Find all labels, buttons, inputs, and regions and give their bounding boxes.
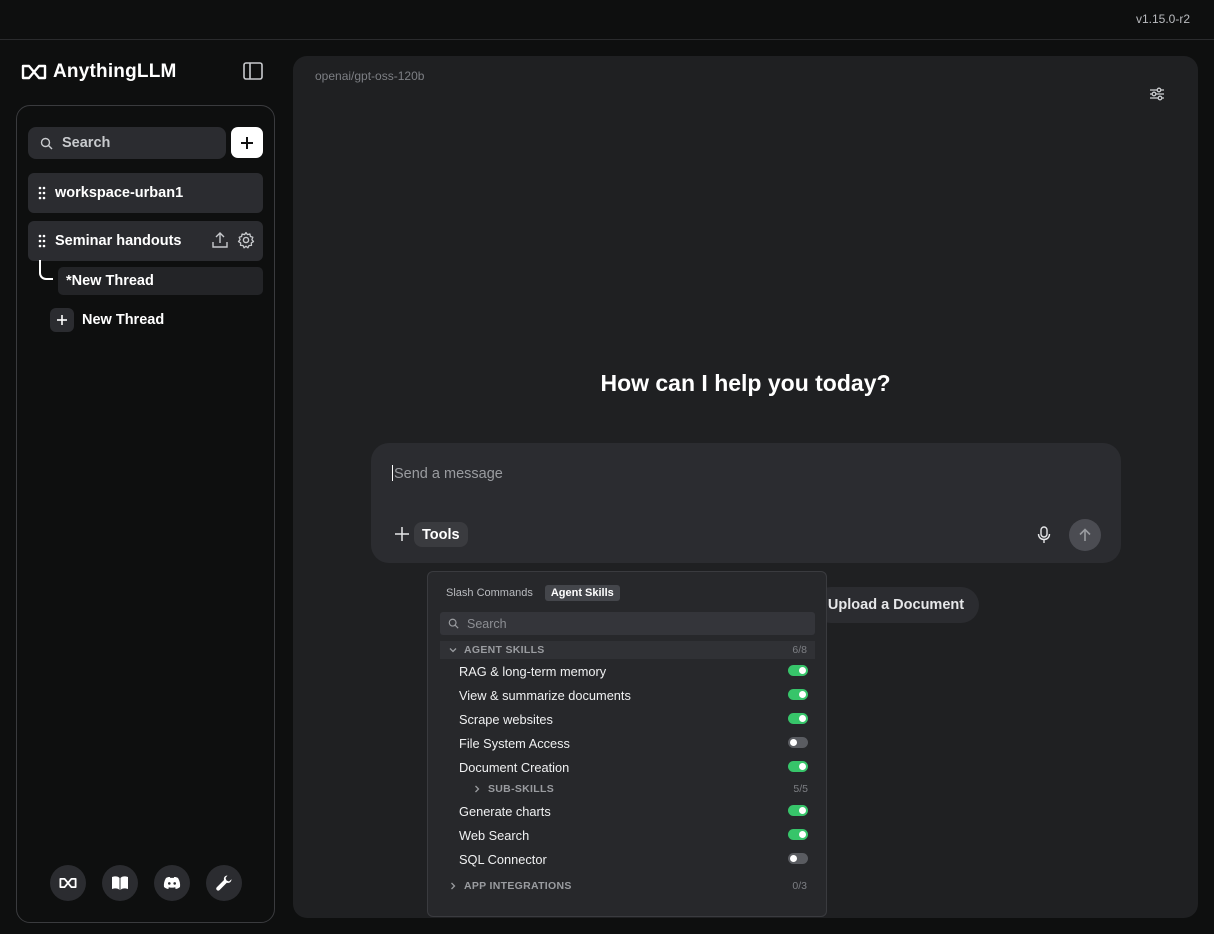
anythingllm-logo-icon (21, 64, 47, 80)
thread-item[interactable]: *New Thread (58, 267, 263, 295)
workspace-item[interactable]: workspace-urban1 (28, 173, 263, 213)
plus-icon[interactable] (394, 526, 410, 542)
microphone-icon[interactable] (1037, 526, 1051, 544)
text-caret (392, 465, 393, 481)
skill-row[interactable]: SQL Connector (459, 848, 808, 870)
chevron-down-icon (449, 648, 457, 653)
sidebar-footer (50, 865, 242, 901)
skill-label: Document Creation (459, 759, 570, 775)
skill-toggle[interactable] (788, 829, 808, 840)
wrench-icon[interactable] (206, 865, 242, 901)
upload-icon[interactable] (211, 231, 229, 249)
chevron-right-icon (475, 785, 480, 793)
search-icon (40, 137, 53, 149)
skill-toggle[interactable] (788, 805, 808, 816)
add-workspace-button[interactable] (231, 127, 263, 158)
new-thread-label: New Thread (82, 312, 165, 328)
skill-row[interactable]: Web Search (459, 824, 808, 846)
discord-icon[interactable] (154, 865, 190, 901)
drag-handle-icon[interactable] (38, 186, 46, 200)
drag-handle-icon[interactable] (38, 234, 46, 248)
sidebar: Search workspace-urban1 Seminar handouts (16, 105, 275, 923)
version-label: v1.15.0-r2 (1135, 12, 1190, 26)
skill-label: SQL Connector (459, 851, 547, 867)
skill-label: View & summarize documents (459, 687, 631, 703)
skill-toggle[interactable] (788, 761, 808, 772)
sliders-icon[interactable] (1149, 86, 1165, 102)
skills-search-placeholder: Search (467, 616, 507, 631)
tab-agent-skills[interactable]: Agent Skills (544, 585, 620, 601)
sidebar-toggle-icon[interactable] (242, 61, 264, 81)
app-integrations-section-header[interactable]: APP INTEGRATIONS 0/3 (440, 877, 815, 895)
anythingllm-logo-icon[interactable] (50, 865, 86, 901)
sub-skills-header[interactable]: SUB-SKILLS 5/5 (472, 781, 808, 797)
skill-label: File System Access (459, 735, 570, 751)
skill-toggle[interactable] (788, 665, 808, 676)
skill-toggle[interactable] (788, 853, 808, 864)
sub-skills-title: SUB-SKILLS (488, 783, 554, 795)
workspace-label: workspace-urban1 (55, 185, 184, 201)
skill-label: RAG & long-term memory (459, 663, 607, 679)
skill-toggle[interactable] (788, 713, 808, 724)
workspace-search-input[interactable]: Search (28, 127, 226, 159)
skill-toggle[interactable] (788, 737, 808, 748)
skill-row[interactable]: RAG & long-term memory (459, 660, 808, 682)
agent-skills-section-header[interactable]: AGENT SKILLS 6/8 (440, 641, 815, 659)
skill-label: Web Search (459, 827, 530, 843)
section-count: 0/3 (792, 880, 807, 892)
skill-row[interactable]: File System Access (459, 732, 808, 754)
plus-icon (50, 308, 74, 332)
message-composer: Send a message Tools (371, 443, 1121, 563)
search-placeholder: Search (62, 135, 111, 151)
new-thread-button[interactable]: New Thread (50, 308, 164, 332)
skill-row[interactable]: Generate charts (459, 800, 808, 822)
section-count: 6/8 (792, 644, 807, 656)
thread-connector (39, 260, 53, 280)
chevron-right-icon (451, 882, 456, 890)
brand-name: AnythingLLM (53, 61, 177, 82)
book-icon[interactable] (102, 865, 138, 901)
message-input[interactable]: Send a message (392, 465, 503, 482)
search-icon (448, 618, 459, 629)
tools-popup: Slash Commands Agent Skills Search AGENT… (427, 571, 827, 917)
workspace-label: Seminar handouts (55, 233, 182, 249)
thread-label: *New Thread (66, 273, 154, 289)
model-name: openai/gpt-oss-120b (315, 69, 425, 83)
message-placeholder: Send a message (394, 466, 503, 482)
plus-icon (241, 136, 253, 149)
skill-label: Generate charts (459, 803, 551, 819)
tools-button[interactable]: Tools (414, 522, 468, 547)
greeting-heading: How can I help you today? (600, 370, 891, 396)
popup-tabs: Slash Commands Agent Skills (440, 585, 620, 601)
section-title: APP INTEGRATIONS (464, 880, 572, 892)
skill-row[interactable]: Scrape websites (459, 708, 808, 730)
send-button[interactable] (1069, 519, 1101, 551)
skills-search-input[interactable]: Search (440, 612, 815, 635)
gear-icon[interactable] (237, 231, 255, 249)
brand-logo: AnythingLLM (21, 60, 177, 84)
skill-row[interactable]: Document Creation (459, 756, 808, 778)
skill-label: Scrape websites (459, 711, 553, 727)
section-title: AGENT SKILLS (464, 644, 545, 656)
skill-row[interactable]: View & summarize documents (459, 684, 808, 706)
skill-toggle[interactable] (788, 689, 808, 700)
arrow-up-icon (1079, 528, 1091, 541)
top-bar: v1.15.0-r2 (0, 0, 1214, 40)
tab-slash-commands[interactable]: Slash Commands (440, 585, 539, 601)
upload-document-button[interactable]: Upload a Document (813, 587, 979, 623)
workspace-item-active[interactable]: Seminar handouts (28, 221, 263, 261)
sub-skills-count: 5/5 (793, 783, 808, 795)
